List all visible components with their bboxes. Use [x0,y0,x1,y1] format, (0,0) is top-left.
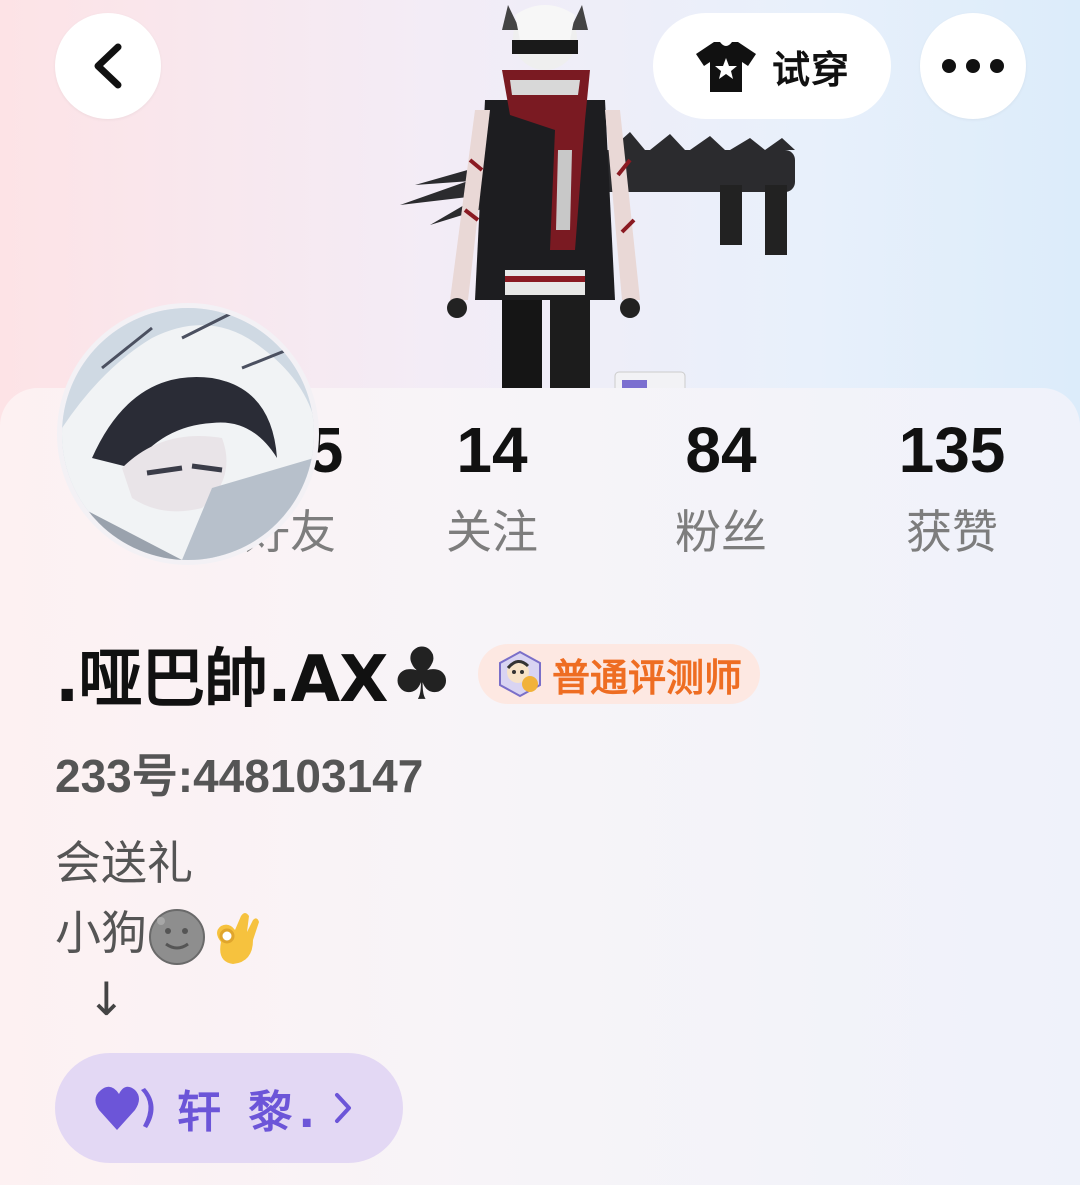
cp-relation-button[interactable]: 轩 黎. [55,1053,403,1163]
stat-fans[interactable]: 84 粉丝 [621,410,821,560]
down-arrow: ↓ [87,972,126,1026]
chevron-left-icon [94,43,122,89]
stat-label: 获赞 [906,505,998,559]
back-button[interactable] [55,13,161,119]
stat-label: 粉丝 [675,505,767,559]
more-dots-icon [942,59,1004,73]
shirt-icon [695,42,756,92]
reviewer-badge-icon [499,650,542,698]
user-id[interactable]: 233号:448103147 [55,740,423,806]
stat-value: 135 [898,414,1006,486]
try-on-label: 试穿 [771,47,850,92]
avatar[interactable] [57,303,319,565]
stat-label: 关注 [446,505,538,559]
ok-hand-emoji-icon [217,912,259,964]
reviewer-badge[interactable]: 普通评测师 [478,644,761,704]
heart-icon [95,1086,154,1130]
stat-likes[interactable]: 135 获赞 [852,410,1052,560]
bio: 会送礼 小狗 ↓ [55,828,263,1030]
try-on-button[interactable]: 试穿 [653,13,891,119]
club-suit-symbol: ♣ [389,632,455,716]
stat-value: 84 [685,414,757,486]
reviewer-badge-label: 普通评测师 [552,655,743,700]
bio-line-2: 小狗 [55,898,263,968]
moon-face-emoji-icon [149,908,205,965]
cp-partner-name: 轩 黎. [177,1087,322,1138]
bio-line-2-text: 小狗 [55,906,147,960]
stat-value: 14 [456,414,528,486]
stat-following[interactable]: 14 关注 [392,410,592,560]
name-row: .哑巴帥.AX ♣ 普通评测师 [55,628,761,720]
chevron-right-icon [335,1093,352,1123]
more-button[interactable] [920,13,1026,119]
username: .哑巴帥.AX [55,643,388,717]
bio-line-1: 会送礼 [55,836,193,890]
